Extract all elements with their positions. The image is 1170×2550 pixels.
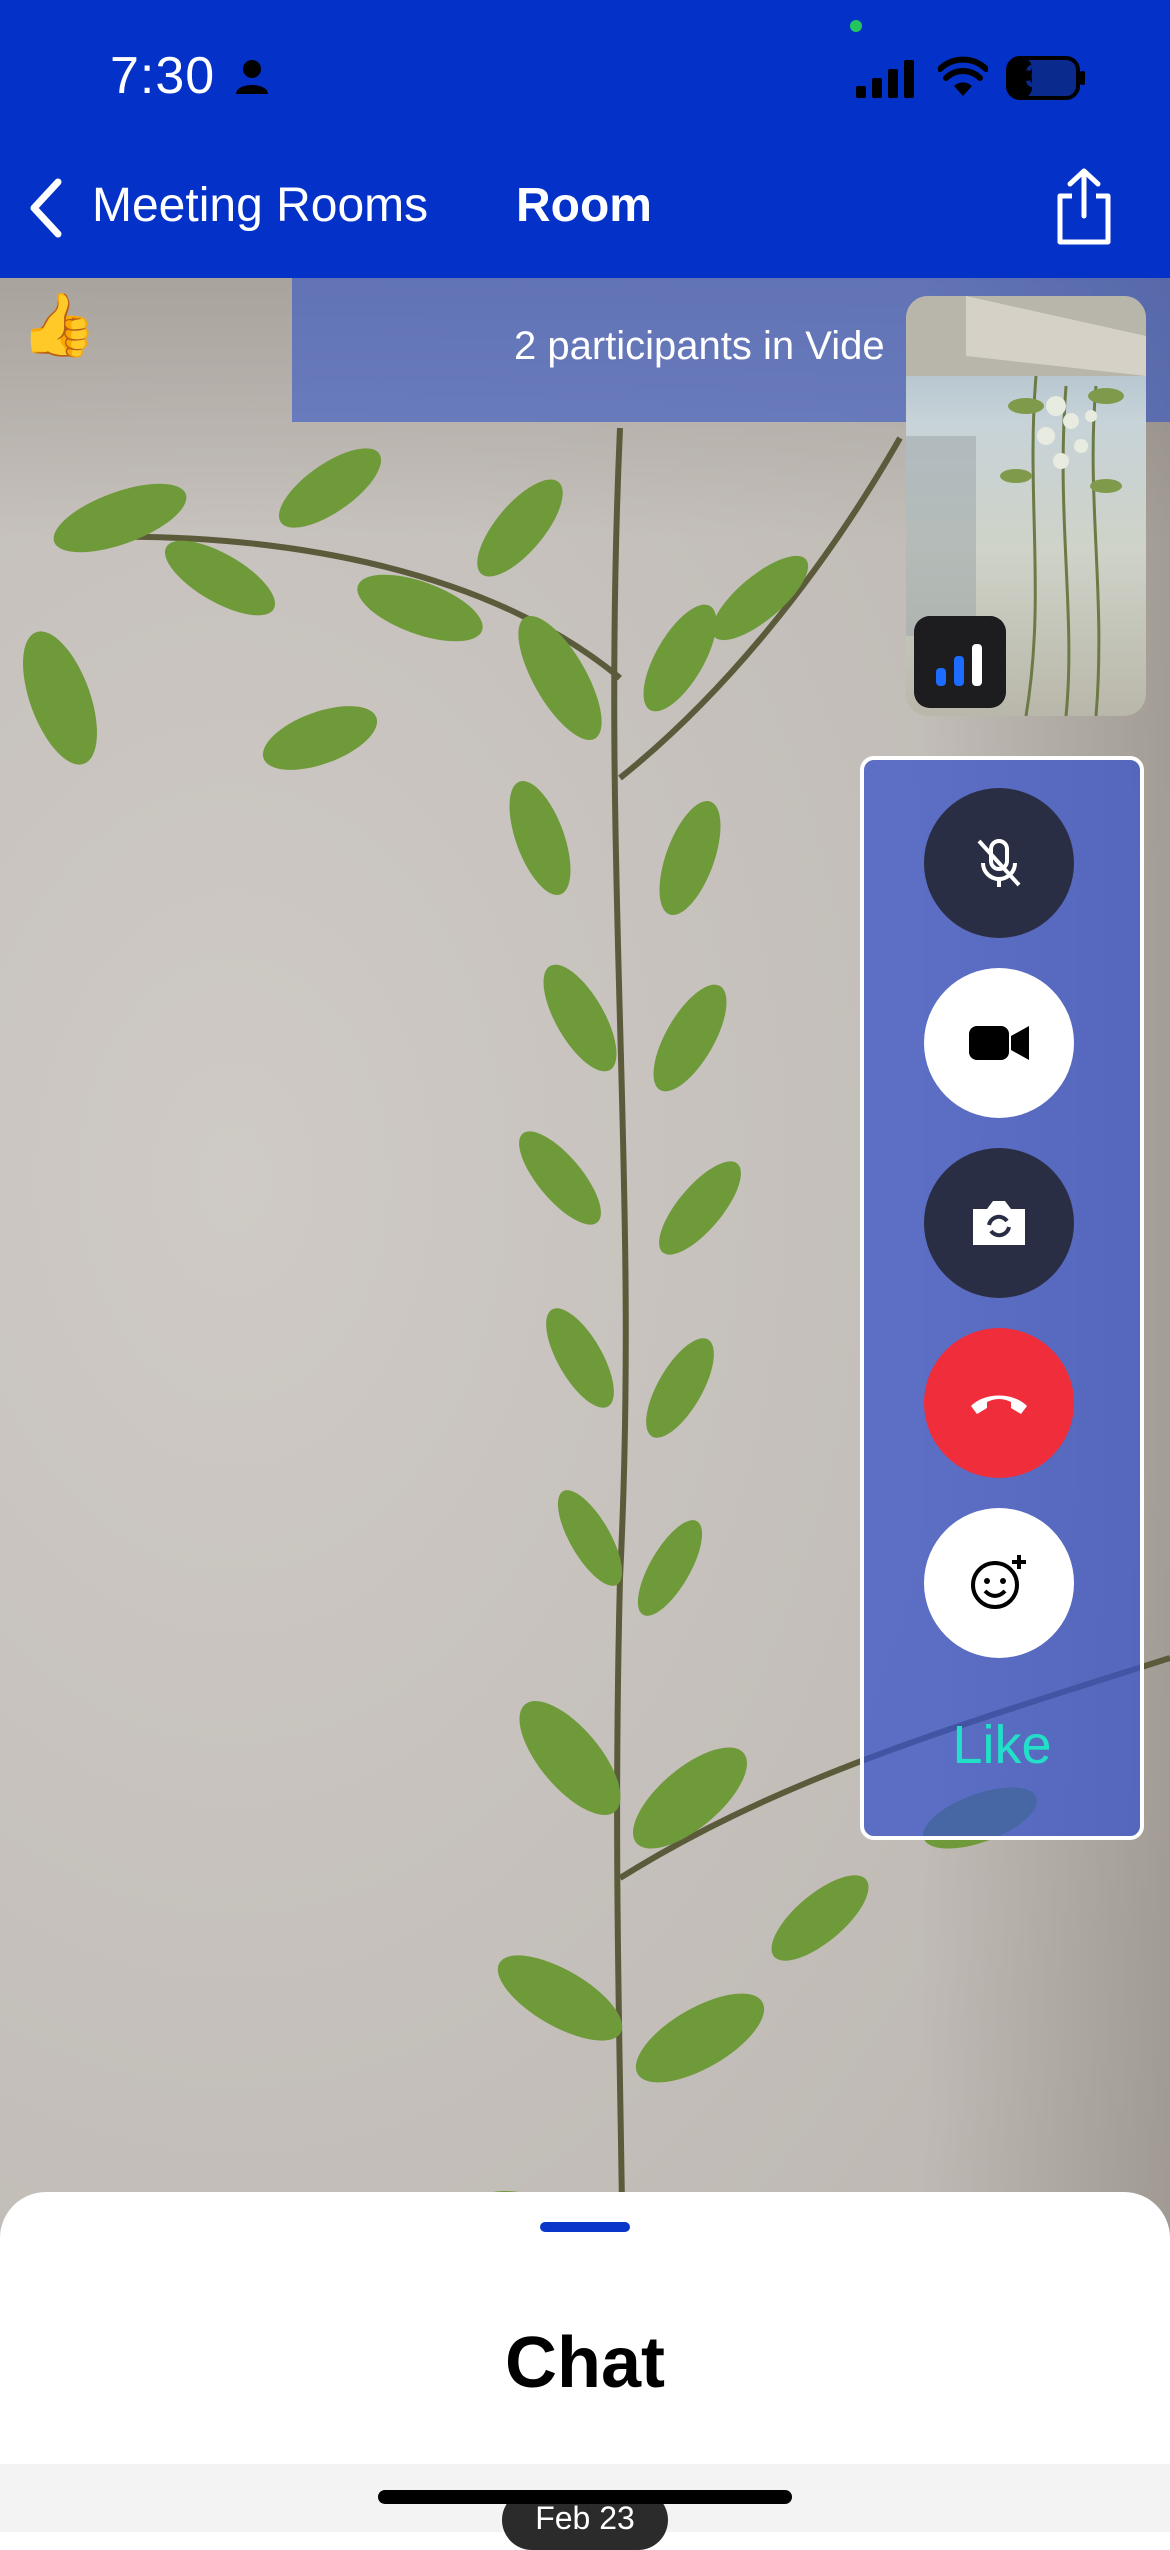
person-icon [236, 60, 268, 94]
battery-level: 35 [1025, 58, 1061, 94]
app-header: 7:30 35 Meeting Rooms Room [0, 0, 1170, 278]
switch-camera-icon [973, 1201, 1025, 1245]
like-label[interactable]: Like [860, 1714, 1144, 1776]
add-reaction-icon [971, 1555, 1026, 1609]
sheet-grabber[interactable] [540, 2222, 630, 2232]
mute-microphone-button[interactable] [924, 788, 1074, 938]
chevron-left-icon[interactable] [24, 176, 68, 240]
signal-strength-icon [914, 616, 1006, 708]
share-icon[interactable] [1052, 168, 1116, 246]
end-call-icon [971, 1395, 1027, 1414]
status-time: 7:30 [110, 47, 216, 105]
thumbs-up-reaction: 👍 [20, 291, 98, 360]
video-toggle-button[interactable] [924, 968, 1074, 1118]
participants-count-text: 2 participants in Vide [514, 324, 885, 368]
cellular-signal-icon [856, 60, 914, 98]
home-indicator [378, 2490, 792, 2504]
page-title: Room [516, 179, 652, 232]
mic-muted-icon [977, 839, 1021, 887]
privacy-indicator [850, 20, 862, 32]
add-reaction-button[interactable] [924, 1508, 1074, 1658]
back-button[interactable]: Meeting Rooms [92, 178, 428, 233]
wifi-icon [938, 56, 988, 96]
chat-title: Chat [505, 2323, 665, 2403]
video-camera-icon [969, 1026, 1029, 1060]
switch-camera-button[interactable] [924, 1148, 1074, 1298]
end-call-button[interactable] [924, 1328, 1074, 1478]
